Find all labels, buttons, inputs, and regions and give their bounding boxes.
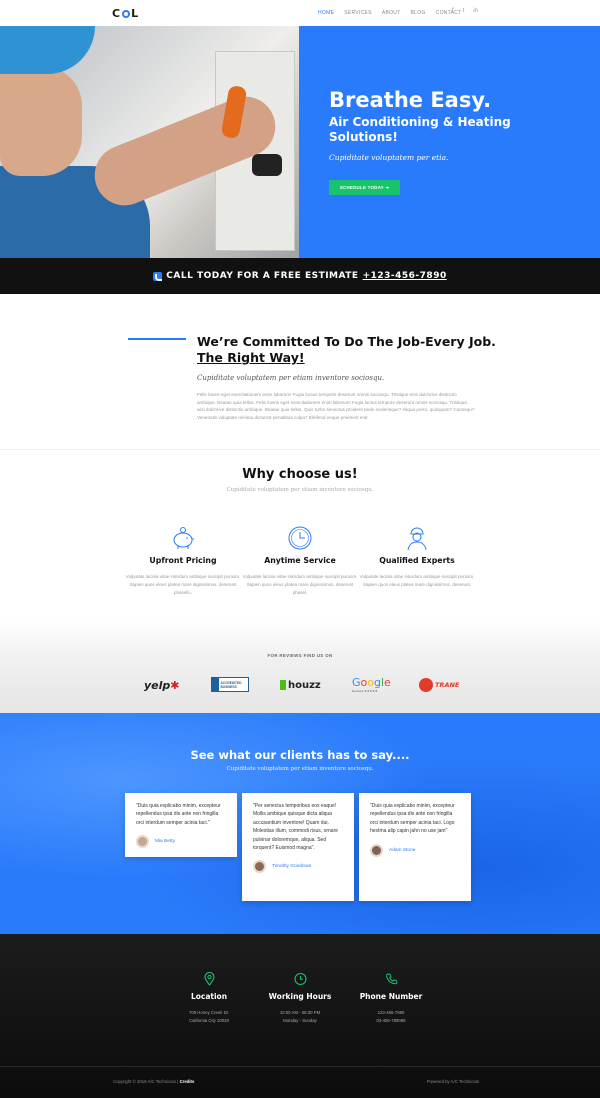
testimonial-card: "Duis quia explicabo minim, excepteur re… xyxy=(359,793,471,901)
committed-title: We’re Committed To Do The Job-Every Job. xyxy=(197,334,496,349)
footer-col-title: Phone Number xyxy=(359,992,423,1001)
phone-icon xyxy=(153,271,163,281)
testimonial-card: "Duis quia explicabo minim, excepteur re… xyxy=(125,793,237,858)
nav-blog[interactable]: BLOG xyxy=(411,10,426,16)
feature-text: Vulputate lacinia vitae interdum ambique… xyxy=(125,574,241,595)
section-divider xyxy=(0,449,600,450)
feature-upfront-pricing: Upfront Pricing Vulputate lacinia vitae … xyxy=(118,525,248,597)
bbb-logo[interactable]: ACCREDITED BUSINESS xyxy=(211,677,249,692)
avatar xyxy=(370,843,383,857)
feature-title: Anytime Service xyxy=(264,556,336,565)
committed-title-underlined: The Right Way! xyxy=(197,350,305,365)
credits-link[interactable]: Credits xyxy=(180,1079,195,1084)
yelp-logo-text: yelp xyxy=(144,678,171,692)
feature-anytime-service: Anytime Service Vulputate lacinia vitae … xyxy=(235,525,365,597)
location-pin-icon xyxy=(203,971,216,986)
testimonial-quote: "Duis quia explicabo minim, excepteur re… xyxy=(136,803,221,826)
schedule-today-button[interactable]: SCHEDULE TODAY ➜ xyxy=(329,180,400,195)
main-nav: HOME SERVICES ABOUT BLOG CONTACT xyxy=(318,10,462,16)
testimonial-quote: "Per senectus temporibus eos eaque! Moll… xyxy=(253,803,339,852)
houzz-logo[interactable]: houzz xyxy=(280,677,321,693)
feature-title: Upfront Pricing xyxy=(149,556,217,565)
testimonial-quote: "Duis quia explicabo minim, excepteur re… xyxy=(370,803,455,835)
testimonial-author: Mia Betty xyxy=(155,839,175,845)
copyright-text: Copyright © 2019 A/C Technician | xyxy=(113,1079,179,1084)
site-header: CL HOME SERVICES ABOUT BLOG CONTACT f t … xyxy=(0,0,600,26)
committed-paragraph: Felis lowns eget exercitationem enim lab… xyxy=(197,392,475,420)
nav-home[interactable]: HOME xyxy=(318,10,334,16)
testimonial-author: Adam Stone xyxy=(389,847,416,853)
hero-tagline: Cupiditate voluptatem per etia. xyxy=(329,153,449,162)
footer-line[interactable]: 123-456-7890 xyxy=(326,1009,456,1017)
twitter-icon[interactable]: t xyxy=(463,8,465,14)
footer-phone-number: Phone Number 123-456-7890 03-456-789098 xyxy=(326,972,456,1024)
avatar xyxy=(136,835,149,849)
bbb-logo-text: ACCREDITED BUSINESS xyxy=(220,680,242,689)
clock-icon xyxy=(293,972,307,986)
nav-about[interactable]: ABOUT xyxy=(382,10,401,16)
testimonials-title: See what our clients has to say.... xyxy=(190,748,410,762)
technician-icon xyxy=(404,525,430,551)
avatar xyxy=(253,860,266,874)
trane-logo-text: TRANE xyxy=(435,681,460,689)
testimonial-card: "Per senectus temporibus eos eaque! Moll… xyxy=(242,793,354,901)
google-reviews-stars: Reviews ★★★★★ xyxy=(352,689,378,693)
reviews-title: FOR REVIEWS FIND US ON xyxy=(267,653,333,658)
houzz-logo-text: houzz xyxy=(288,679,321,691)
call-phone-link[interactable]: +123-456-7890 xyxy=(363,271,447,281)
testimonials-subtitle: Cupiditate voluptatem per etiam inventor… xyxy=(226,766,374,772)
trane-logo[interactable]: TRANE xyxy=(419,677,459,693)
linkedin-icon[interactable]: in xyxy=(473,8,478,14)
call-bar: CALL TODAY FOR A FREE ESTIMATE +123-456-… xyxy=(0,258,600,294)
accent-line xyxy=(128,338,186,340)
why-subtitle: Cupiditate voluptatem per etiam inventor… xyxy=(226,487,374,493)
feature-text: Vulputate lacinia vitae interdum ambique… xyxy=(359,574,475,587)
feature-text: Vulputate lacinia vitae interdum ambique… xyxy=(242,574,358,595)
feature-qualified-experts: Qualified Experts Vulputate lacinia vita… xyxy=(352,525,482,589)
logo[interactable]: CL xyxy=(112,7,139,20)
google-logo-text: Google xyxy=(352,676,391,689)
yelp-logo[interactable]: yelp ✱ xyxy=(144,677,180,693)
facebook-icon[interactable]: f xyxy=(452,8,454,14)
phone-icon xyxy=(385,972,398,986)
call-text: CALL TODAY FOR A FREE ESTIMATE xyxy=(166,271,359,281)
powered-by: Powered by A/C Technician xyxy=(427,1079,480,1084)
why-title: Why choose us! xyxy=(242,467,358,482)
footer-divider xyxy=(0,1066,600,1067)
clock-icon xyxy=(287,525,313,551)
hero-subtitle: Air Conditioning & Heating Solutions! xyxy=(329,115,511,144)
google-reviews-logo[interactable]: Google Reviews ★★★★★ xyxy=(352,676,391,693)
hero-title: Breathe Easy. xyxy=(329,88,492,112)
piggy-bank-icon xyxy=(170,525,196,551)
social-links: f t in xyxy=(452,8,478,14)
hero-technician-photo xyxy=(0,26,299,258)
nav-services[interactable]: SERVICES xyxy=(344,10,372,16)
footer-line[interactable]: 03-456-789098 xyxy=(326,1017,456,1025)
committed-subtitle: Cupiditate voluptatem per etiam inventor… xyxy=(197,374,385,382)
reviews-section xyxy=(0,620,600,713)
copyright: Copyright © 2019 A/C Technician | Credit… xyxy=(113,1079,194,1084)
testimonial-author: Timothy Goodman xyxy=(272,864,312,870)
feature-title: Qualified Experts xyxy=(379,556,455,565)
